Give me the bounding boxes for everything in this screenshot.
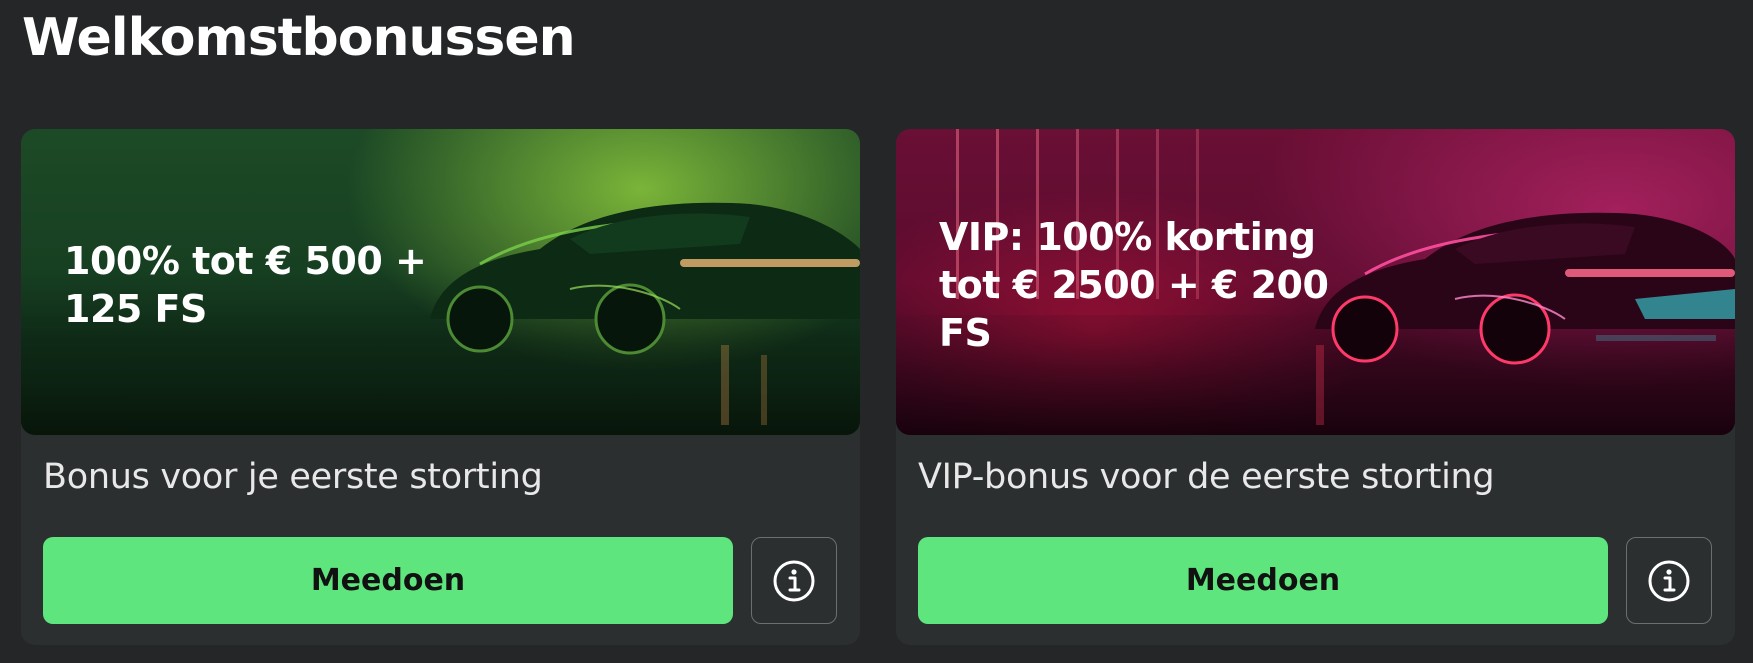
- bonus-card-title: VIP-bonus voor de eerste storting: [918, 457, 1495, 497]
- car-illustration: [1315, 212, 1735, 365]
- info-button[interactable]: [751, 537, 837, 624]
- page-title: Welkomstbonussen: [22, 8, 576, 68]
- bonus-offer-text: 100% tot € 500 + 125 FS: [64, 239, 427, 331]
- page: Welkomstbonussen 100% tot € 500 + 125 FS…: [0, 0, 1753, 663]
- join-button[interactable]: Meedoen: [918, 537, 1608, 624]
- bonus-offer-text: VIP: 100% korting tot € 2500 + € 200 FS: [939, 215, 1329, 355]
- bonus-banner[interactable]: 100% tot € 500 + 125 FS: [21, 129, 860, 435]
- bonus-card-vip-first-deposit: VIP: 100% korting tot € 2500 + € 200 FS …: [896, 129, 1735, 645]
- info-button[interactable]: [1626, 537, 1712, 624]
- car-illustration: [430, 202, 860, 355]
- bonus-card-first-deposit: 100% tot € 500 + 125 FS Bonus voor je ee…: [21, 129, 860, 645]
- bonus-banner[interactable]: VIP: 100% korting tot € 2500 + € 200 FS: [896, 129, 1735, 435]
- info-icon: [1648, 560, 1690, 601]
- bonus-cards: 100% tot € 500 + 125 FS Bonus voor je ee…: [21, 129, 1736, 645]
- bonus-card-title: Bonus voor je eerste storting: [43, 457, 543, 497]
- join-button[interactable]: Meedoen: [43, 537, 733, 624]
- info-icon: [773, 560, 815, 601]
